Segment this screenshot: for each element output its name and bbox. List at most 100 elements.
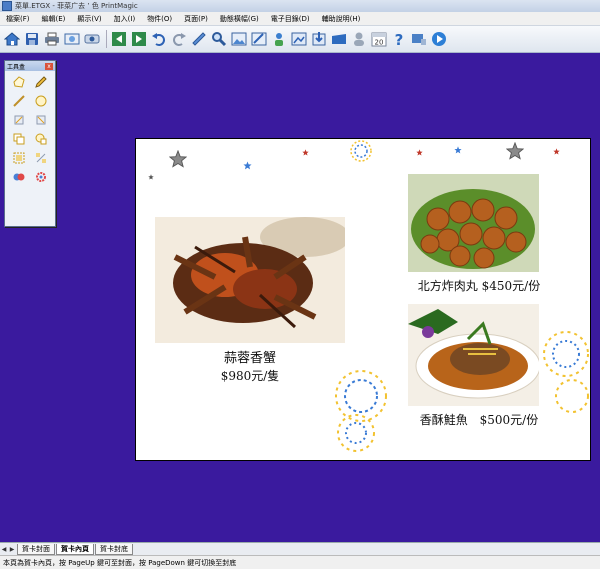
polygon-tool-icon <box>13 75 25 88</box>
share-button[interactable] <box>330 30 348 48</box>
rotate-left-tool[interactable] <box>8 113 30 126</box>
menu-object[interactable]: 物件(O) <box>141 14 178 24</box>
window-title: 菜單.ETGX - 菲菜广去 ’ 色 PrintMagic <box>15 2 138 10</box>
rotate-right-tool[interactable] <box>30 113 52 126</box>
app-icon <box>2 1 12 11</box>
photo-edit-icon <box>251 32 267 46</box>
zoom-button[interactable] <box>210 30 228 48</box>
paste-tool-icon <box>35 133 47 144</box>
calendar-button[interactable]: 20 <box>370 30 388 48</box>
page-tab-bar: ◀ ▶ 賀卡封面 賀卡內頁 賀卡封底 <box>0 542 600 555</box>
crab-photo[interactable] <box>155 217 345 343</box>
redo-icon <box>173 33 186 46</box>
text-button[interactable] <box>270 30 288 48</box>
star-decoration-icon <box>553 148 560 155</box>
menu-insert[interactable]: 加入(I) <box>108 14 142 24</box>
copy-tool[interactable] <box>8 132 30 145</box>
tab-inside[interactable]: 賀卡內頁 <box>56 543 94 555</box>
toolbox-titlebar[interactable]: 工具盒 x <box>5 61 55 71</box>
star-decoration-icon <box>454 146 462 154</box>
pencil-tool-icon <box>35 75 47 88</box>
export-button[interactable] <box>290 30 308 48</box>
rotate-left-tool-icon <box>14 115 24 124</box>
line-tool-icon <box>13 94 25 107</box>
effects-tool-icon <box>36 171 46 182</box>
circle-tool[interactable] <box>30 94 52 107</box>
photo-button[interactable] <box>230 30 248 48</box>
tab-prev-icon[interactable]: ◀ <box>0 545 8 554</box>
print-preview-icon <box>64 33 80 45</box>
calendar-day: 20 <box>375 39 384 47</box>
rotate-right-tool-icon <box>36 115 46 124</box>
photo-edit-button[interactable] <box>250 30 268 48</box>
user-icon <box>354 32 364 46</box>
salmon-name: 香酥鮭魚 <box>419 413 468 427</box>
toolbar: 20 ? <box>0 26 600 53</box>
salmon-price: $500元/份 <box>479 413 539 427</box>
menu-banner[interactable]: 動態橫幅(G) <box>214 14 265 24</box>
ungroup-tool-icon <box>36 152 46 163</box>
crab-name: 蒜蓉香蟹 <box>223 351 276 366</box>
meatballs-photo-image <box>408 174 539 272</box>
paste-tool[interactable] <box>30 132 52 145</box>
play-icon <box>432 32 446 46</box>
first-page-button[interactable] <box>110 30 128 48</box>
status-bar: 本頁為賀卡內頁，按 PageUp 鍵可至封面，按 PageDown 鍵可切換至封… <box>0 555 600 569</box>
toolbox-title: 工具盒 <box>7 63 26 71</box>
import-button[interactable] <box>310 30 328 48</box>
tab-cover[interactable]: 賀卡封面 <box>17 543 55 555</box>
effects-tool[interactable] <box>30 170 52 183</box>
menu-page[interactable]: 頁面(P) <box>178 14 214 24</box>
play-button[interactable] <box>430 30 448 48</box>
tab-back[interactable]: 賀卡封底 <box>95 543 133 555</box>
image-button[interactable] <box>83 30 101 48</box>
print-icon <box>45 32 59 46</box>
print-button[interactable] <box>43 30 61 48</box>
star-decoration-icon <box>148 174 154 180</box>
menu-edit[interactable]: 編輯(E) <box>36 14 72 24</box>
pencil-tool[interactable] <box>30 75 52 88</box>
print-preview-button[interactable] <box>63 30 81 48</box>
menu-file[interactable]: 檔案(F) <box>0 14 36 24</box>
color-tool-icon <box>13 173 25 180</box>
group-tool[interactable] <box>8 151 30 164</box>
video-button[interactable] <box>410 30 428 48</box>
help-icon: ? <box>395 31 404 47</box>
first-page-icon <box>112 32 126 46</box>
clipboard-button[interactable] <box>190 30 208 48</box>
text-icon <box>275 33 283 46</box>
meatballs-label: 北方炸肉丸 $450元/份 <box>404 277 554 294</box>
line-tool[interactable] <box>8 94 30 107</box>
copy-tool-icon <box>13 133 25 144</box>
salmon-photo[interactable] <box>408 304 539 406</box>
next-page-button[interactable] <box>130 30 148 48</box>
undo-button[interactable] <box>150 30 168 48</box>
user-button[interactable] <box>350 30 368 48</box>
toolbox-panel[interactable]: 工具盒 x <box>4 60 56 227</box>
star-decoration-icon <box>169 150 187 168</box>
redo-button[interactable] <box>170 30 188 48</box>
color-tool[interactable] <box>8 170 30 183</box>
save-icon <box>26 33 38 45</box>
help-button[interactable]: ? <box>390 30 408 48</box>
home-button[interactable] <box>3 30 21 48</box>
star-decoration-icon <box>506 142 524 160</box>
circle-tool-icon <box>35 95 47 106</box>
crab-price: $980元/隻 <box>220 369 280 383</box>
menu-help[interactable]: 輔助說明(H) <box>316 14 367 24</box>
polygon-tool[interactable] <box>8 75 30 88</box>
meatballs-photo[interactable] <box>408 174 539 272</box>
save-button[interactable] <box>23 30 41 48</box>
photo-icon <box>231 32 247 46</box>
calendar-icon: 20 <box>371 32 387 47</box>
toolbox-close-button[interactable]: x <box>45 62 53 70</box>
document-page[interactable]: 蒜蓉香蟹 $980元/隻 北方炸肉丸 $450元/份 香酥鮭魚 $500元/份 <box>135 138 591 461</box>
menu-bar: 檔案(F) 編輯(E) 顯示(V) 加入(I) 物件(O) 頁面(P) 動態橫幅… <box>0 12 600 26</box>
salmon-label: 香酥鮭魚 $500元/份 <box>404 411 554 428</box>
video-icon <box>412 34 426 45</box>
menu-catalog[interactable]: 電子目錄(D) <box>265 14 316 24</box>
menu-view[interactable]: 顯示(V) <box>71 14 107 24</box>
ungroup-tool[interactable] <box>30 151 52 164</box>
tab-next-icon[interactable]: ▶ <box>8 545 16 554</box>
firework-decoration-icon <box>543 331 589 413</box>
